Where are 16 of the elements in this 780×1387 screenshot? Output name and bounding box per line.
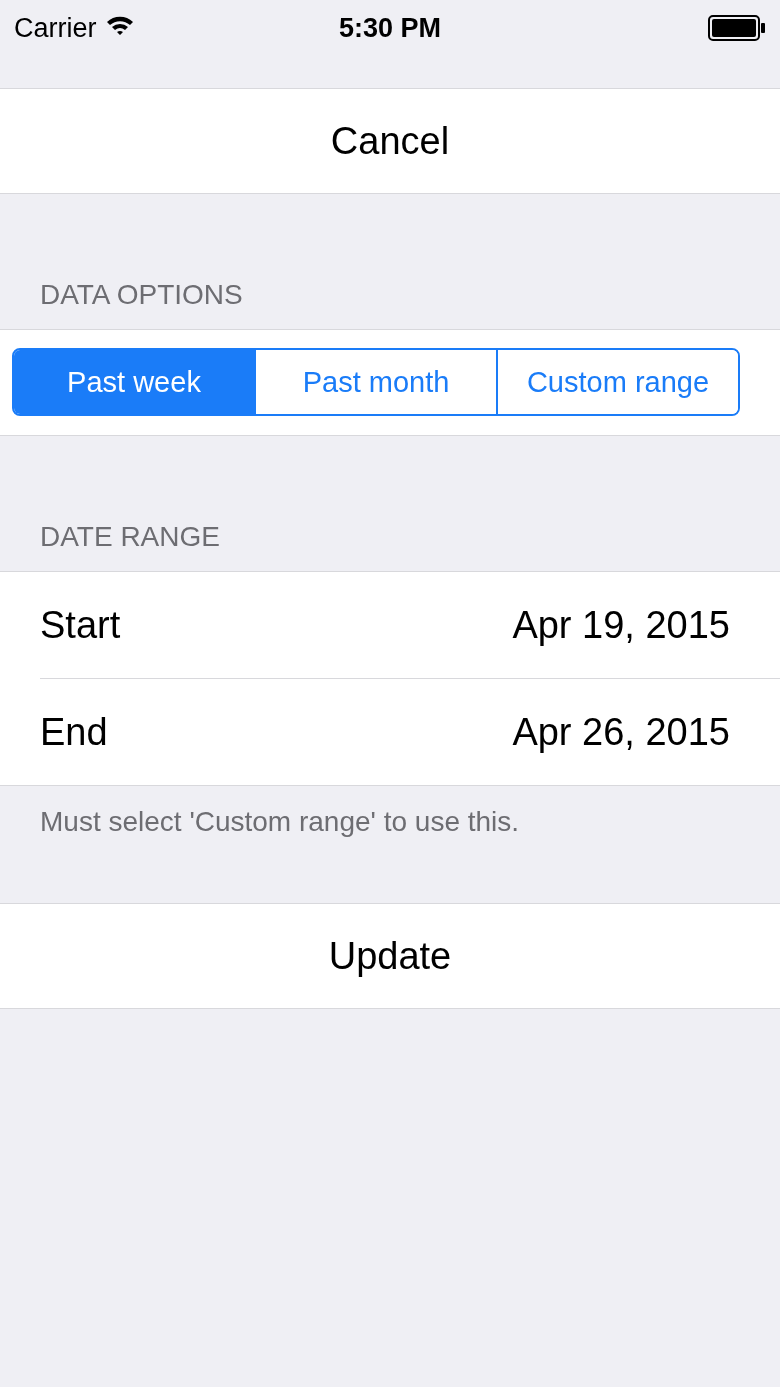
carrier-name: Carrier [14, 12, 97, 44]
segment-tab[interactable]: Custom range [496, 350, 738, 414]
date-row[interactable]: End Apr 26, 2015 [40, 678, 780, 785]
date-row[interactable]: Start Apr 19, 2015 [40, 572, 780, 678]
row-label: Start [40, 603, 121, 647]
section-header: DATE RANGE [40, 521, 220, 553]
update-button[interactable]: Update [0, 903, 780, 1009]
row-value: Apr 19, 2015 [512, 603, 730, 647]
row-label: End [40, 710, 108, 754]
cancel-button[interactable]: Cancel [0, 88, 780, 194]
battery-icon [708, 15, 766, 41]
row-value: Apr 26, 2015 [512, 710, 730, 754]
footer-note: Must select 'Custom range' to use this. [40, 806, 520, 837]
section-header: DATA OPTIONS [40, 279, 243, 311]
segment-tab[interactable]: Past week [14, 350, 254, 414]
status-time: 5:30 PM [339, 12, 442, 44]
